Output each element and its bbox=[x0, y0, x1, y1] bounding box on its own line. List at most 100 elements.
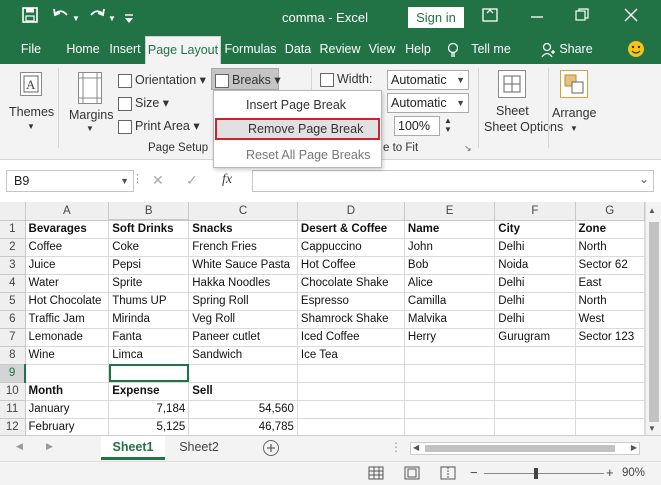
cell-c1[interactable]: Snacks bbox=[188, 220, 298, 239]
cell-a12[interactable]: February bbox=[25, 418, 110, 435]
sheet-options-icon[interactable] bbox=[498, 70, 526, 98]
cell-d12[interactable] bbox=[297, 418, 405, 435]
cell-g3[interactable]: Sector 62 bbox=[575, 256, 645, 275]
cell-f12[interactable] bbox=[494, 418, 576, 435]
zoom-slider[interactable] bbox=[484, 473, 604, 474]
cell-f2[interactable]: Delhi bbox=[494, 238, 576, 257]
close-icon[interactable] bbox=[624, 8, 638, 25]
scale-stepper-icon[interactable]: ▲ ▼ bbox=[444, 116, 452, 134]
cell-e8[interactable] bbox=[404, 346, 496, 365]
cell-g5[interactable]: North bbox=[575, 292, 645, 311]
tab-insert[interactable]: Insert bbox=[106, 36, 144, 64]
page-break-preview-icon[interactable] bbox=[440, 466, 456, 483]
prev-sheet-icon[interactable]: ◀ bbox=[16, 441, 23, 452]
row-header-4[interactable]: 4 bbox=[0, 274, 26, 293]
cell-d3[interactable]: Hot Coffee bbox=[297, 256, 405, 275]
cell-f1[interactable]: City bbox=[494, 220, 576, 239]
cell-g10[interactable] bbox=[575, 382, 645, 401]
cell-f11[interactable] bbox=[494, 400, 576, 419]
cell-a2[interactable]: Coffee bbox=[25, 238, 110, 257]
cell-c6[interactable]: Veg Roll bbox=[188, 310, 298, 329]
enter-check-icon[interactable]: ✓ bbox=[186, 172, 198, 189]
cell-c12[interactable]: 46,785 bbox=[188, 418, 298, 435]
tab-splitter-icon[interactable]: ⋮ bbox=[390, 440, 402, 454]
cell-d6[interactable]: Shamrock Shake bbox=[297, 310, 405, 329]
cell-c10[interactable]: Sell bbox=[188, 382, 298, 401]
cell-a1[interactable]: Bevarages bbox=[25, 220, 110, 239]
column-header-d[interactable]: D bbox=[297, 202, 405, 221]
next-sheet-icon[interactable]: ▶ bbox=[46, 441, 53, 452]
insert-function-icon[interactable]: fx bbox=[222, 172, 232, 188]
cell-a5[interactable]: Hot Chocolate bbox=[25, 292, 110, 311]
redo-icon[interactable] bbox=[88, 7, 106, 27]
tab-view[interactable]: View bbox=[366, 36, 398, 64]
cell-g12[interactable] bbox=[575, 418, 645, 435]
cell-e7[interactable]: Herry bbox=[404, 328, 496, 347]
row-header-8[interactable]: 8 bbox=[0, 346, 26, 365]
scroll-left-icon[interactable]: ◀ bbox=[413, 443, 419, 452]
worksheet-grid[interactable]: A B C D E F G 1 Bevarages Soft Drinks Snacks Desert… bbox=[0, 202, 645, 435]
row-header-9[interactable]: 9 bbox=[0, 364, 27, 383]
row-header-6[interactable]: 6 bbox=[0, 310, 26, 329]
column-header-g[interactable]: G bbox=[575, 202, 645, 221]
cell-d8[interactable]: Ice Tea bbox=[297, 346, 405, 365]
cell-g11[interactable] bbox=[575, 400, 645, 419]
sheet-options-label-1[interactable]: Sheet bbox=[496, 104, 529, 118]
horizontal-scrollbar[interactable]: ◀ ▶ bbox=[410, 442, 640, 455]
scroll-up-icon[interactable]: ▲ bbox=[648, 206, 656, 215]
width-select[interactable]: Automatic ▼ bbox=[387, 70, 469, 90]
undo-dropdown-icon[interactable]: ▼ bbox=[72, 14, 80, 23]
size-button[interactable]: Size ▾ bbox=[118, 95, 169, 111]
customize-qat-icon[interactable] bbox=[124, 11, 134, 28]
cell-a11[interactable]: January bbox=[25, 400, 110, 419]
cell-g8[interactable] bbox=[575, 346, 645, 365]
cell-f5[interactable]: Delhi bbox=[494, 292, 576, 311]
cell-e10[interactable] bbox=[404, 382, 496, 401]
cell-c8[interactable]: Sandwich bbox=[188, 346, 298, 365]
sheet-tab-sheet1[interactable]: Sheet1 bbox=[101, 436, 165, 460]
cell-f9[interactable] bbox=[494, 364, 576, 383]
cell-b7[interactable]: Fanta bbox=[108, 328, 190, 347]
margins-icon[interactable] bbox=[78, 72, 102, 104]
minimize-icon[interactable] bbox=[530, 8, 544, 25]
orientation-button[interactable]: Orientation ▾ bbox=[118, 72, 206, 88]
restore-icon[interactable] bbox=[575, 8, 589, 25]
tab-file[interactable]: File bbox=[14, 36, 48, 64]
share-button[interactable]: Share bbox=[557, 36, 595, 64]
arrange-button[interactable]: Arrange bbox=[552, 106, 596, 120]
vertical-scrollbar[interactable]: ▲ ▼ bbox=[645, 202, 661, 435]
cell-g1[interactable]: Zone bbox=[575, 220, 645, 239]
print-area-button[interactable]: Print Area ▾ bbox=[118, 118, 200, 134]
cell-e11[interactable] bbox=[404, 400, 496, 419]
row-header-10[interactable]: 10 bbox=[0, 382, 26, 401]
column-header-b[interactable]: B bbox=[108, 202, 190, 221]
cell-e9[interactable] bbox=[404, 364, 496, 383]
column-header-a[interactable]: A bbox=[25, 202, 110, 221]
cell-e3[interactable]: Bob bbox=[404, 256, 496, 275]
cell-a10[interactable]: Month bbox=[25, 382, 110, 401]
cell-c11[interactable]: 54,560 bbox=[188, 400, 298, 419]
margins-dropdown-icon[interactable]: ▼ bbox=[86, 124, 94, 133]
cell-e1[interactable]: Name bbox=[404, 220, 496, 239]
share-person-icon[interactable] bbox=[540, 36, 556, 64]
zoom-slider-thumb[interactable] bbox=[534, 468, 538, 479]
cell-d1[interactable]: Desert & Coffee bbox=[297, 220, 405, 239]
h-scroll-thumb[interactable] bbox=[425, 445, 615, 452]
zoom-out-button[interactable]: − bbox=[470, 465, 478, 480]
cell-b10[interactable]: Expense bbox=[108, 382, 190, 401]
cell-f3[interactable]: Noida bbox=[494, 256, 576, 275]
cell-g4[interactable]: East bbox=[575, 274, 645, 293]
cell-c2[interactable]: French Fries bbox=[188, 238, 298, 257]
tab-help[interactable]: Help bbox=[402, 36, 434, 64]
cell-b12[interactable]: 5,125 bbox=[108, 418, 190, 435]
expand-formula-icon[interactable]: ⌄ bbox=[639, 172, 649, 186]
cell-d9[interactable] bbox=[297, 364, 405, 383]
smiley-feedback-icon[interactable] bbox=[626, 36, 646, 64]
tab-review[interactable]: Review bbox=[316, 36, 364, 64]
cell-e2[interactable]: John bbox=[404, 238, 496, 257]
themes-dropdown-icon[interactable]: ▼ bbox=[27, 122, 35, 131]
tab-formulas[interactable]: Formulas bbox=[222, 36, 279, 64]
themes-button[interactable]: Themes bbox=[9, 105, 54, 119]
tab-data[interactable]: Data bbox=[282, 36, 314, 64]
chevron-down-icon[interactable]: ▼ bbox=[120, 171, 129, 191]
